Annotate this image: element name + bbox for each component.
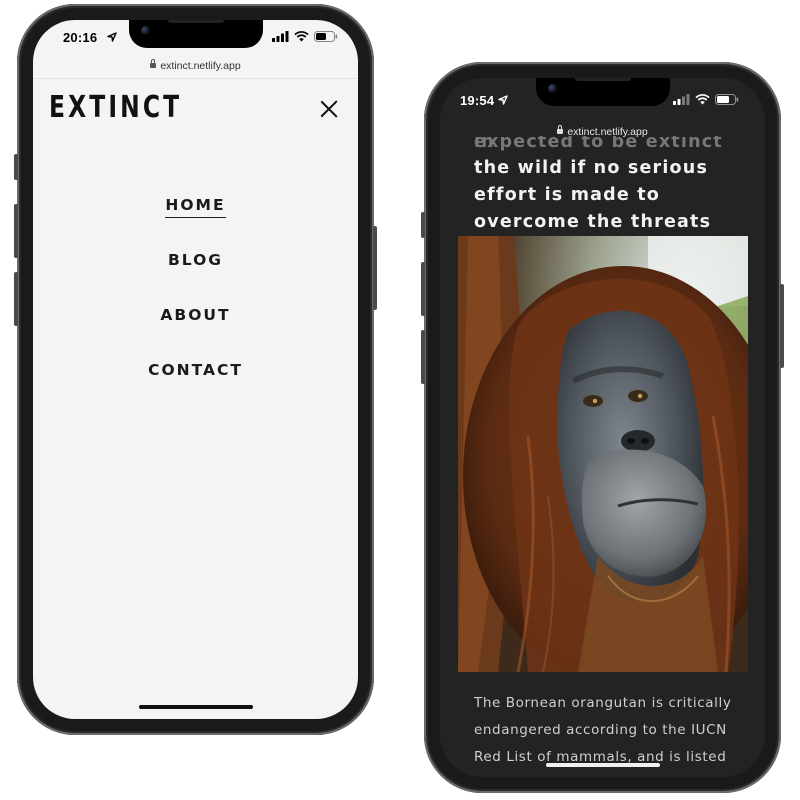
notch [128,20,263,48]
power-button [373,226,377,310]
volume-down-button [421,330,425,384]
camera-icon [547,84,557,93]
address-bar[interactable]: extinct.netlify.app [33,58,358,72]
location-arrow-icon [498,95,508,105]
volume-up-button [14,204,18,258]
volume-up-button [421,262,425,316]
signal-icon [272,31,289,42]
orangutan-image [458,236,748,672]
phone-right: expected to be extinct in the wild if no… [421,62,784,793]
camera-icon [140,26,150,35]
orangutan-photo [458,236,748,672]
menu-item-blog[interactable]: BLOG [168,245,223,300]
signal-icon [673,94,690,105]
menu-item-home[interactable]: HOME [165,190,226,245]
battery-icon [715,94,739,105]
lock-icon [150,58,157,68]
article-body: The Bornean orangutan is critically enda… [474,695,732,765]
notch [535,78,670,106]
phone-left: 20:16 extinct.netlify.app EXTINCT HOME B… [14,4,377,735]
home-indicator[interactable] [545,763,660,767]
menu-item-contact[interactable]: CONTACT [148,355,243,410]
screen: 20:16 extinct.netlify.app EXTINCT HOME B… [33,20,358,719]
status-icons [673,94,739,105]
status-time: 20:16 [63,30,98,45]
status-time: 19:54 [460,93,495,108]
menu-item-about[interactable]: ABOUT [160,300,230,355]
site-logo[interactable]: EXTINCT [49,90,182,125]
wifi-icon [695,94,710,105]
heading-partial-line: expected to be extinct in [474,136,723,152]
status-icons [272,31,338,42]
lock-icon [557,124,564,134]
url-text: extinct.netlify.app [567,126,648,138]
mute-switch [14,154,18,180]
battery-icon [314,31,338,42]
address-bar[interactable]: extinct.netlify.app [440,124,765,138]
mute-switch [421,212,425,238]
power-button [780,284,784,368]
location-arrow-icon [107,32,117,42]
wifi-icon [294,31,309,42]
nav-menu: HOME BLOG ABOUT CONTACT [33,190,358,410]
screen: expected to be extinct in the wild if no… [440,78,765,777]
divider [33,78,358,79]
volume-down-button [14,272,18,326]
home-indicator[interactable] [138,705,253,709]
close-icon[interactable] [318,98,340,120]
url-text: extinct.netlify.app [160,60,241,72]
